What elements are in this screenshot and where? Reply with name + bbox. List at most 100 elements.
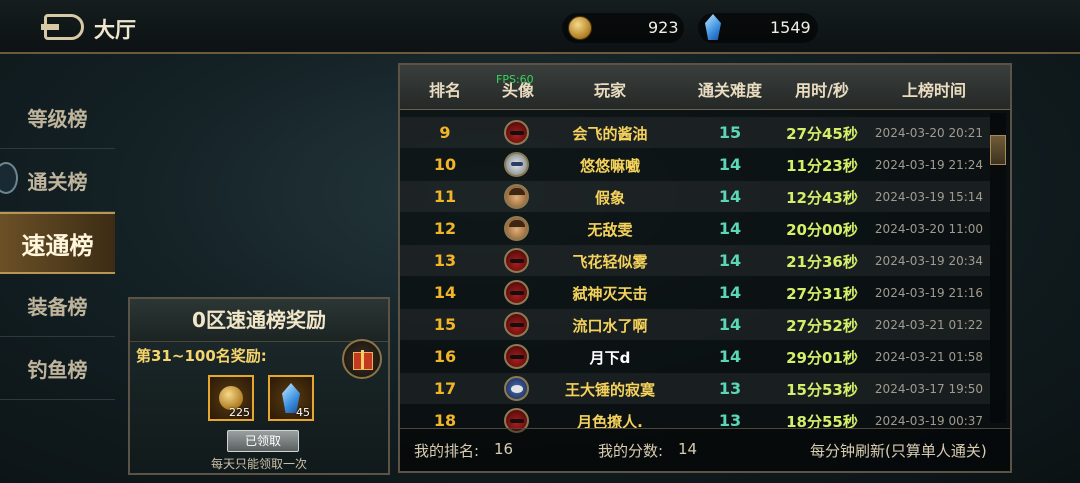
row-rank: 16 xyxy=(433,347,457,366)
row-date: 2024-03-17 19:50 xyxy=(874,382,984,396)
row-difficulty: 14 xyxy=(718,155,742,174)
page-title: 大厅 xyxy=(94,18,136,42)
row-player: 弑神灭天击 xyxy=(572,285,648,303)
table-row[interactable]: 11 假象 14 12分43秒 2024-03-19 15:14 xyxy=(400,181,990,212)
table-row[interactable]: 13 飞花轻似雾 14 21分36秒 2024-03-19 20:34 xyxy=(400,245,990,276)
red-mask-avatar-icon[interactable] xyxy=(504,248,529,273)
row-player: 王大锤的寂寞 xyxy=(564,381,655,399)
face-avatar-icon[interactable] xyxy=(504,184,529,209)
tab-equipment[interactable]: 装备榜 xyxy=(0,274,115,337)
header-time: 用时/秒 xyxy=(795,81,849,100)
face-avatar-icon[interactable] xyxy=(504,216,529,241)
header-difficulty: 通关难度 xyxy=(697,81,762,100)
row-time: 29分01秒 xyxy=(786,349,858,367)
reward-panel: 0区速通榜奖励 第31~100名奖励: 225 45 已领取 每天只能领取一次 xyxy=(128,297,390,475)
row-rank: 11 xyxy=(433,187,457,206)
cat-avatar-icon[interactable] xyxy=(504,152,529,177)
row-player: 假象 xyxy=(594,189,625,207)
top-bar: 大厅 923 1549 xyxy=(0,0,1080,54)
tab-clear[interactable]: 通关榜 xyxy=(0,149,115,212)
row-rank: 14 xyxy=(433,283,457,302)
row-time: 12分43秒 xyxy=(786,189,858,207)
row-player: 无敌雯 xyxy=(587,221,633,239)
header-rank: 排名 xyxy=(428,81,461,100)
row-date: 2024-03-20 20:21 xyxy=(874,126,984,140)
red-mask-avatar-icon[interactable] xyxy=(504,280,529,305)
table-footer: 我的排名: 16 我的分数: 14 每分钟刷新(只算单人通关) xyxy=(400,428,1010,471)
red-mask-avatar-icon[interactable] xyxy=(504,120,529,145)
header-player: 玩家 xyxy=(593,81,626,100)
daily-note: 每天只能领取一次 xyxy=(210,457,307,471)
row-date: 2024-03-21 01:22 xyxy=(874,318,984,332)
row-rank: 9 xyxy=(439,123,451,142)
row-difficulty: 14 xyxy=(718,251,742,270)
row-date: 2024-03-19 21:16 xyxy=(874,286,984,300)
row-player: 飞花轻似雾 xyxy=(572,253,648,271)
row-player: 流口水了啊 xyxy=(572,317,648,335)
blue-knight-avatar-icon[interactable] xyxy=(504,376,529,401)
table-header: 排名 头像 玩家 通关难度 用时/秒 上榜时间 FPS:60 xyxy=(400,65,1010,110)
scrollbar[interactable] xyxy=(990,113,1006,423)
row-rank: 10 xyxy=(433,155,457,174)
table-row[interactable]: 10 悠悠嘛嚱 14 11分23秒 2024-03-19 21:24 xyxy=(400,149,990,180)
row-difficulty: 14 xyxy=(718,187,742,206)
my-rank-value: 16 xyxy=(494,440,514,458)
table-row[interactable]: 15 流口水了啊 14 27分52秒 2024-03-21 01:22 xyxy=(400,309,990,340)
red-mask-avatar-icon[interactable] xyxy=(504,312,529,337)
row-player: 月下d xyxy=(589,349,631,367)
tab-level[interactable]: 等级榜 xyxy=(0,86,115,149)
row-rank: 13 xyxy=(433,251,457,270)
reward-item-gold[interactable]: 225 xyxy=(208,375,254,421)
reward-title: 0区速通榜奖励 xyxy=(130,299,388,342)
row-time: 21分36秒 xyxy=(786,253,858,271)
leaderboard: 排名 头像 玩家 通关难度 用时/秒 上榜时间 FPS:60 9 会飞的酱油 1… xyxy=(398,63,1012,473)
table-row[interactable]: 14 弑神灭天击 14 27分31秒 2024-03-19 21:16 xyxy=(400,277,990,308)
back-arrow-icon[interactable] xyxy=(41,14,84,40)
refresh-note: 每分钟刷新(只算单人通关) xyxy=(810,442,987,460)
header-date: 上榜时间 xyxy=(901,81,966,100)
reward-item-gem[interactable]: 45 xyxy=(268,375,314,421)
row-date: 2024-03-19 20:34 xyxy=(874,254,984,268)
ranking-tabs: 等级榜 通关榜 速通榜 装备榜 钓鱼榜 xyxy=(0,86,115,400)
row-date: 2024-03-21 01:58 xyxy=(874,350,984,364)
gold-amount: 923 xyxy=(648,18,679,37)
row-date: 2024-03-19 15:14 xyxy=(874,190,984,204)
table-row[interactable]: 9 会飞的酱油 15 27分45秒 2024-03-20 20:21 xyxy=(400,117,990,148)
gift-box-icon[interactable] xyxy=(342,339,382,379)
row-time: 27分31秒 xyxy=(786,285,858,303)
scrollbar-thumb[interactable] xyxy=(990,135,1006,165)
row-player: 悠悠嘛嚱 xyxy=(579,157,640,175)
my-score-value: 14 xyxy=(678,440,698,458)
row-difficulty: 13 xyxy=(718,379,742,398)
row-date: 2024-03-20 11:00 xyxy=(874,222,984,236)
row-time: 27分45秒 xyxy=(786,125,858,143)
row-rank: 17 xyxy=(433,379,457,398)
my-rank-label: 我的排名: xyxy=(414,442,480,460)
row-difficulty: 15 xyxy=(718,123,742,142)
row-difficulty: 14 xyxy=(718,315,742,334)
table-row-self[interactable]: 16 月下d 14 29分01秒 2024-03-21 01:58 xyxy=(400,341,990,372)
table-row[interactable]: 12 无敌雯 14 20分00秒 2024-03-20 11:00 xyxy=(400,213,990,244)
row-time: 27分52秒 xyxy=(786,317,858,335)
row-difficulty: 14 xyxy=(718,347,742,366)
row-time: 20分00秒 xyxy=(786,221,858,239)
row-time: 15分53秒 xyxy=(786,381,858,399)
item-count: 225 xyxy=(229,406,250,419)
row-difficulty: 14 xyxy=(718,283,742,302)
reward-rank-range: 第31~100名奖励: xyxy=(136,347,267,365)
row-date: 2024-03-19 00:37 xyxy=(874,414,984,428)
gem-amount: 1549 xyxy=(770,18,811,37)
red-mask-avatar-icon[interactable] xyxy=(504,344,529,369)
claim-button[interactable]: 已领取 xyxy=(227,430,299,452)
tab-speedrun[interactable]: 速通榜 xyxy=(0,212,115,274)
row-player: 会飞的酱油 xyxy=(572,125,648,143)
fps-counter: FPS:60 xyxy=(496,73,534,86)
my-score-label: 我的分数: xyxy=(598,442,664,460)
row-difficulty: 14 xyxy=(718,219,742,238)
tab-fishing[interactable]: 钓鱼榜 xyxy=(0,337,115,400)
row-date: 2024-03-19 21:24 xyxy=(874,158,984,172)
table-row[interactable]: 17 王大锤的寂寞 13 15分53秒 2024-03-17 19:50 xyxy=(400,373,990,404)
row-rank: 15 xyxy=(433,315,457,334)
row-rank: 12 xyxy=(433,219,457,238)
gold-coin-icon xyxy=(568,16,592,40)
